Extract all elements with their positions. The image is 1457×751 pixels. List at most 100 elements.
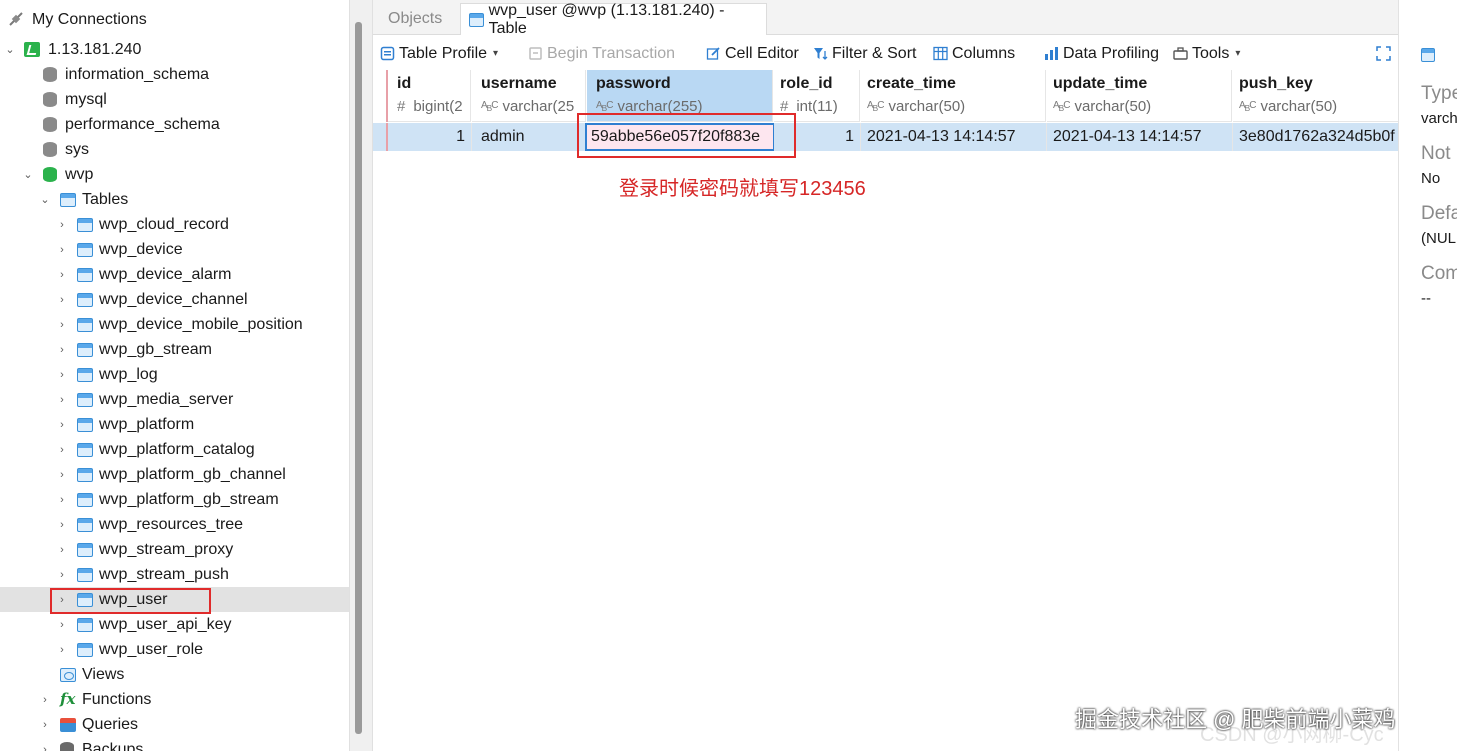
database-label: mysql (65, 90, 107, 108)
chevron-right-icon[interactable]: › (39, 744, 51, 751)
tree-table-item[interactable]: › wvp_platform_gb_stream (0, 487, 349, 512)
tree-functions-folder[interactable]: › fx Functions (0, 687, 349, 712)
chevron-right-icon[interactable]: › (56, 244, 68, 256)
column-header-create-time[interactable]: create_time ABC varchar(50) (861, 70, 1046, 122)
row-header[interactable] (373, 123, 388, 151)
annotation-text: 登录时候密码就填写123456 (619, 178, 866, 200)
chevron-right-icon[interactable]: › (39, 694, 51, 706)
tree-views-folder[interactable]: Views (0, 662, 349, 687)
columns-icon (933, 46, 948, 61)
column-header-username[interactable]: username ABC varchar(25 (472, 70, 586, 122)
table-cell-create-time[interactable]: 2021-04-13 14:14:57 (861, 123, 1047, 151)
column-header-id[interactable]: id # bigint(2 (388, 70, 471, 122)
tree-table-item[interactable]: › wvp_media_server (0, 387, 349, 412)
tree-table-item[interactable]: › wvp_device_mobile_position (0, 312, 349, 337)
tab-wvp-user-table[interactable]: wvp_user @wvp (1.13.181.240) - Table (460, 2, 767, 37)
chevron-right-icon[interactable]: › (56, 219, 68, 231)
chevron-right-icon[interactable]: › (39, 719, 51, 731)
tree-connection[interactable]: ⌄ 1.13.181.240 (0, 37, 349, 62)
table-icon (469, 12, 484, 27)
chevron-down-icon[interactable]: ⌄ (4, 44, 16, 56)
tree-table-item[interactable]: › wvp_log (0, 362, 349, 387)
database-icon (43, 117, 57, 132)
filter-sort-label: Filter & Sort (832, 44, 917, 62)
tree-table-item[interactable]: › wvp_cloud_record (0, 212, 349, 237)
prop-not-null-label: Not (1421, 143, 1451, 164)
navigator-scrollbar[interactable] (355, 22, 362, 734)
tab-objects[interactable]: Objects (380, 3, 462, 35)
tree-table-item[interactable]: › wvp_gb_stream (0, 337, 349, 362)
table-icon (77, 418, 93, 432)
tree-root-my-connections[interactable]: My Connections (0, 7, 349, 32)
queries-icon (60, 718, 76, 732)
table-toolbar: Table Profile ▾ Begin Transaction Cell E… (373, 37, 1398, 70)
chevron-down-icon[interactable]: ⌄ (39, 194, 51, 206)
chevron-right-icon[interactable]: › (56, 619, 68, 631)
edit-icon (706, 46, 721, 61)
chevron-down-icon[interactable]: ⌄ (22, 169, 34, 181)
chevron-right-icon[interactable]: › (56, 444, 68, 456)
filter-sort-button[interactable]: Filter & Sort (813, 45, 916, 63)
chevron-right-icon[interactable]: › (56, 569, 68, 581)
table-profile-dropdown[interactable]: Table Profile ▾ (380, 45, 498, 63)
table-cell-username[interactable]: admin (472, 123, 587, 151)
column-type: varchar(50) (888, 98, 966, 115)
tree-table-item[interactable]: › wvp_device_channel (0, 287, 349, 312)
chevron-right-icon[interactable]: › (56, 319, 68, 331)
expand-icon (1376, 46, 1391, 61)
tree-queries-folder[interactable]: › Queries (0, 712, 349, 737)
prop-type-label: Type (1421, 83, 1457, 104)
tree-table-item[interactable]: › wvp_platform (0, 412, 349, 437)
chevron-right-icon[interactable]: › (56, 344, 68, 356)
data-grid: id # bigint(2 username ABC varchar(25 pass… (373, 70, 1398, 751)
chevron-right-icon[interactable]: › (56, 494, 68, 506)
tools-dropdown[interactable]: Tools ▾ (1173, 45, 1240, 63)
tree-table-item[interactable]: › wvp_platform_catalog (0, 437, 349, 462)
tree-backups-folder[interactable]: › Backups (0, 737, 349, 751)
tree-database-wvp[interactable]: ⌄ wvp (0, 162, 349, 187)
chevron-right-icon[interactable]: › (56, 544, 68, 556)
tree-database[interactable]: sys (0, 137, 349, 162)
chevron-right-icon[interactable]: › (56, 394, 68, 406)
chevron-right-icon[interactable]: › (56, 369, 68, 381)
chevron-right-icon[interactable]: › (56, 469, 68, 481)
tree-table-item[interactable]: › wvp_stream_proxy (0, 537, 349, 562)
table-cell-update-time[interactable]: 2021-04-13 14:14:57 (1047, 123, 1233, 151)
chevron-right-icon[interactable]: › (56, 269, 68, 281)
table-icon (77, 293, 93, 307)
columns-button[interactable]: Columns (933, 45, 1015, 63)
column-name: username (481, 75, 557, 92)
tree-table-item[interactable]: › wvp_platform_gb_channel (0, 462, 349, 487)
tools-label: Tools (1192, 44, 1230, 62)
tree-database[interactable]: mysql (0, 87, 349, 112)
transaction-icon (528, 46, 543, 61)
column-header-push-key[interactable]: push_key ABC varchar(50) (1233, 70, 1398, 122)
tree-table-item[interactable]: › wvp_stream_push (0, 562, 349, 587)
column-header-update-time[interactable]: update_time ABC varchar(50) (1047, 70, 1232, 122)
cell-editor-button[interactable]: Cell Editor (706, 45, 799, 63)
tree-table-item[interactable]: › wvp_resources_tree (0, 512, 349, 537)
tree-tables-folder[interactable]: ⌄ Tables (0, 187, 349, 212)
table-label: wvp_platform_gb_channel (99, 465, 286, 483)
tree-table-item[interactable]: › wvp_user_api_key (0, 612, 349, 637)
row-header-corner (373, 70, 388, 122)
chevron-right-icon[interactable]: › (56, 419, 68, 431)
table-cell-push-key[interactable]: 3e80d1762a324d5b0f (1233, 123, 1398, 151)
begin-transaction-button[interactable]: Begin Transaction (528, 45, 675, 63)
maximize-button[interactable] (1376, 46, 1395, 61)
chevron-right-icon[interactable]: › (56, 519, 68, 531)
table-icon (77, 393, 93, 407)
chevron-right-icon[interactable]: › (56, 644, 68, 656)
table-icon (77, 643, 93, 657)
chart-bars-icon (1044, 46, 1059, 61)
tree-table-item[interactable]: › wvp_device (0, 237, 349, 262)
toolbox-icon (1173, 46, 1188, 61)
tree-database[interactable]: performance_schema (0, 112, 349, 137)
chevron-right-icon[interactable]: › (56, 294, 68, 306)
text-type-icon: ABC (867, 100, 884, 113)
tree-table-item[interactable]: › wvp_user_role (0, 637, 349, 662)
tree-database[interactable]: information_schema (0, 62, 349, 87)
data-profiling-button[interactable]: Data Profiling (1044, 45, 1159, 63)
table-cell-id[interactable]: 1 (388, 123, 472, 151)
tree-table-item[interactable]: › wvp_device_alarm (0, 262, 349, 287)
